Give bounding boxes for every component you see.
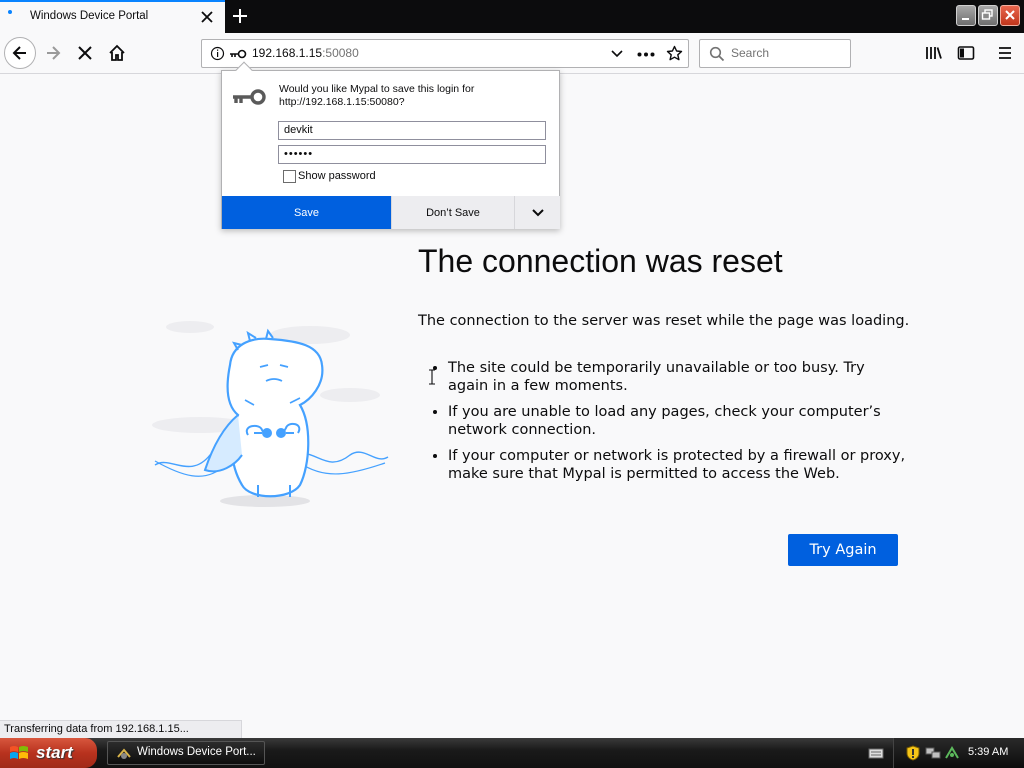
chevron-down-icon	[531, 208, 544, 216]
save-login-message-line2: http://192.168.1.15:50080?	[279, 96, 405, 108]
forward-button[interactable]	[37, 37, 69, 69]
dinosaur-unplugged-illustration	[152, 321, 389, 507]
save-button[interactable]: Save	[222, 196, 391, 229]
tab-title: Windows Device Portal	[30, 10, 149, 22]
page-actions-icon[interactable]	[637, 52, 655, 57]
show-password-checkbox[interactable]	[283, 170, 296, 183]
dont-save-button[interactable]: Don’t Save	[391, 196, 514, 229]
windows-logo-icon	[10, 746, 28, 759]
close-icon	[1005, 10, 1015, 20]
back-arrow-icon	[12, 46, 26, 60]
taskbar-window-label: Windows Device Port...	[137, 746, 256, 758]
stop-button[interactable]	[69, 37, 101, 69]
restore-icon	[981, 9, 993, 20]
taskbar-clock: 5:39 AM	[968, 746, 1009, 758]
save-login-message: Would you like Mypal to save this login …	[279, 83, 474, 109]
keyboard-icon[interactable]	[868, 746, 884, 760]
new-tab-icon[interactable]	[229, 5, 251, 27]
more-options-button[interactable]	[514, 196, 560, 229]
home-icon	[109, 44, 125, 61]
show-password-label[interactable]: Show password	[298, 170, 376, 182]
list-item: If you are unable to load any pages, che…	[448, 403, 908, 439]
taskbar-window-button[interactable]: Windows Device Port...	[107, 741, 265, 765]
menu-button[interactable]	[989, 37, 1021, 69]
network-icon[interactable]	[925, 746, 941, 760]
key-icon[interactable]	[229, 48, 247, 60]
search-bar[interactable]: Search	[699, 39, 851, 68]
username-field[interactable]: devkit	[278, 121, 546, 140]
sidebar-button[interactable]	[950, 37, 982, 69]
tab-strip: Windows Device Portal	[0, 0, 1024, 33]
sidebar-icon	[957, 46, 975, 60]
minimize-icon	[962, 18, 969, 20]
navigation-toolbar: 192.168.1.15:50080 Search	[0, 33, 1024, 74]
error-description: The connection to the server was reset w…	[418, 313, 910, 329]
info-icon[interactable]	[210, 46, 225, 61]
library-icon	[926, 47, 942, 59]
hamburger-menu-icon	[999, 47, 1011, 59]
url-host: 192.168.1.15	[252, 46, 323, 60]
try-again-button[interactable]: Try Again	[788, 534, 898, 566]
forward-arrow-icon	[47, 46, 61, 60]
key-icon	[233, 89, 266, 105]
chevron-down-icon[interactable]	[610, 48, 624, 60]
system-tray: 5:39 AM	[893, 738, 1024, 768]
security-shield-icon[interactable]	[906, 745, 920, 761]
bookmark-star-icon[interactable]	[666, 45, 683, 62]
back-button[interactable]	[4, 37, 36, 69]
list-item: The site could be temporarily unavailabl…	[448, 359, 908, 395]
url-bar[interactable]: 192.168.1.15:50080	[201, 39, 689, 68]
library-button[interactable]	[918, 37, 950, 69]
restore-button[interactable]	[978, 5, 998, 26]
page-title: The connection was reset	[418, 243, 783, 279]
search-icon	[709, 46, 725, 62]
start-button[interactable]: start	[0, 738, 97, 768]
tab-loading-icon	[8, 10, 12, 14]
search-placeholder: Search	[731, 46, 770, 60]
tab-windows-device-portal[interactable]: Windows Device Portal	[0, 0, 225, 33]
home-button[interactable]	[101, 37, 133, 69]
save-login-popup: Would you like Mypal to save this login …	[221, 61, 560, 229]
save-login-message-line1: Would you like Mypal to save this login …	[279, 83, 475, 95]
stop-icon	[78, 46, 92, 60]
list-item: If your computer or network is protected…	[448, 447, 908, 483]
connection-icon[interactable]	[944, 746, 960, 760]
tab-close-icon[interactable]	[197, 7, 217, 27]
status-bar: Transferring data from 192.168.1.15...	[0, 720, 242, 738]
url-port: :50080	[322, 46, 359, 60]
url-text: 192.168.1.15:50080	[252, 46, 359, 60]
close-window-button[interactable]	[1000, 5, 1020, 26]
app-icon	[117, 748, 131, 759]
minimize-button[interactable]	[956, 5, 976, 26]
start-label: start	[36, 743, 73, 762]
error-suggestions-list: The site could be temporarily unavailabl…	[418, 359, 908, 491]
password-field[interactable]: ••••••	[278, 145, 546, 164]
